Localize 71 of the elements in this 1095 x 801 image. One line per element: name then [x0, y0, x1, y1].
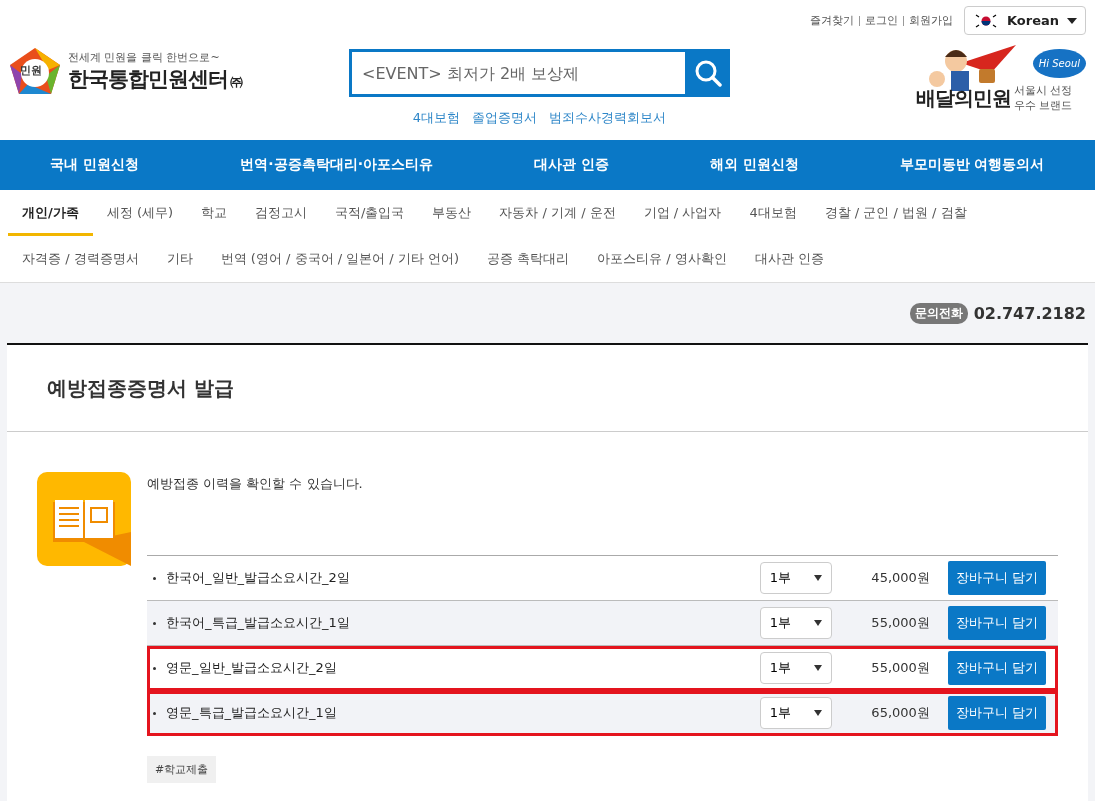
category-tab[interactable]: 기타 [152, 236, 207, 282]
pentagon-logo-icon [8, 46, 62, 96]
category-tab[interactable]: 학교 [187, 190, 242, 236]
main-nav-item[interactable]: 번역·공증촉탁대리·아포스티유 [240, 156, 433, 174]
search-button[interactable] [685, 49, 730, 97]
open-book-icon [37, 472, 131, 566]
hi-seoul-badge: Hi Seoul [1032, 49, 1086, 78]
add-to-cart-button[interactable]: 장바구니 담기 [947, 606, 1046, 640]
quantity-select[interactable]: 1부 [759, 652, 832, 684]
category-tab[interactable]: 아포스티유 / 영사확인 [583, 236, 741, 282]
caret-icon [813, 620, 822, 626]
quantity-select[interactable]: 1부 [759, 562, 832, 594]
category-tab[interactable]: 기업 / 사업자 [629, 190, 736, 236]
option-price: 55,000원 [870, 659, 930, 677]
category-tab[interactable]: 공증 촉탁대리 [473, 236, 584, 282]
logo-badge-text: 민원 [20, 63, 42, 78]
add-to-cart-button[interactable]: 장바구니 담기 [947, 696, 1046, 730]
category-tab[interactable]: 국적/출입국 [321, 190, 419, 236]
main-nav-item[interactable]: 대사관 인증 [533, 156, 609, 174]
product-title: 예방접종증명서 발급 [7, 345, 1088, 432]
bullet-icon [153, 621, 156, 625]
category-tab[interactable]: 경찰 / 군인 / 법원 / 검찰 [810, 190, 981, 236]
option-name: 영문_특급_발급소요시간_1일 [166, 704, 338, 722]
top-link[interactable]: 로그인 [864, 13, 898, 28]
caret-icon [813, 575, 822, 581]
caret-icon [1067, 17, 1077, 24]
bullet-icon [153, 576, 156, 580]
bullet-icon [153, 711, 156, 715]
search-icon [693, 59, 722, 87]
main-nav-item[interactable]: 부모미동반 여행동의서 [899, 156, 1045, 174]
quick-link[interactable]: 4대보험 [412, 109, 461, 127]
bullet-icon [153, 666, 156, 670]
top-link[interactable]: 회원가입 [908, 13, 953, 28]
option-price: 65,000원 [870, 704, 930, 722]
category-tab[interactable]: 4대보험 [735, 190, 811, 236]
promo-caption: 서울시 선정 [1014, 83, 1073, 98]
option-price: 55,000원 [870, 614, 930, 632]
product-description: 예방접종 이력을 확인할 수 있습니다. [147, 475, 364, 493]
logo-slogan: 전세계 민원을 클릭 한번으로~ [68, 49, 221, 65]
option-name: 한국어_특급_발급소요시간_1일 [166, 614, 351, 632]
add-to-cart-button[interactable]: 장바구니 담기 [947, 561, 1046, 595]
caret-icon [813, 665, 822, 671]
option-name: 영문_일반_발급소요시간_2일 [166, 659, 338, 677]
category-tab[interactable]: 자동차 / 기계 / 운전 [485, 190, 630, 236]
category-tab[interactable]: 검정고시 [241, 190, 322, 236]
promo-caption: 우수 브랜드 [1014, 98, 1073, 113]
hashtag[interactable]: #학교제출 [147, 756, 217, 783]
category-tab[interactable]: 부동산 [418, 190, 486, 236]
category-tab[interactable]: 번역 (영어 / 중국어 / 일본어 / 기타 언어) [206, 236, 473, 282]
quick-link[interactable]: 졸업증명서 [472, 109, 538, 127]
option-price: 45,000원 [870, 569, 930, 587]
add-to-cart-button[interactable]: 장바구니 담기 [947, 651, 1046, 685]
quantity-select[interactable]: 1부 [759, 697, 832, 729]
caret-icon [813, 710, 822, 716]
language-dropdown[interactable]: Korean [963, 6, 1086, 35]
search-field[interactable]: <EVENT> 최저가 2배 보상제 [349, 49, 685, 97]
category-tab[interactable]: 자격증 / 경력증명서 [8, 236, 153, 282]
option-name: 한국어_일반_발급소요시간_2일 [166, 569, 351, 587]
category-tab[interactable]: 세정 (세무) [92, 190, 188, 236]
contact-label: 문의전화 [909, 302, 968, 324]
phone-number: 02.747.2182 [973, 303, 1086, 323]
top-link[interactable]: 즐겨찾기 [809, 13, 854, 28]
category-tab[interactable]: 대사관 인증 [740, 236, 838, 282]
logo-suffix: ㈜ [230, 72, 243, 91]
logo-title: 한국통합민원센터 [68, 65, 228, 93]
main-nav-item[interactable]: 해외 민원신청 [709, 156, 799, 174]
quantity-select[interactable]: 1부 [759, 607, 832, 639]
promo-title: 배달의민원 [916, 84, 1011, 112]
main-nav-item[interactable]: 국내 민원신청 [50, 156, 140, 174]
quick-link[interactable]: 범죄수사경력회보서 [549, 109, 667, 127]
category-tab[interactable]: 개인/가족 [8, 190, 93, 236]
